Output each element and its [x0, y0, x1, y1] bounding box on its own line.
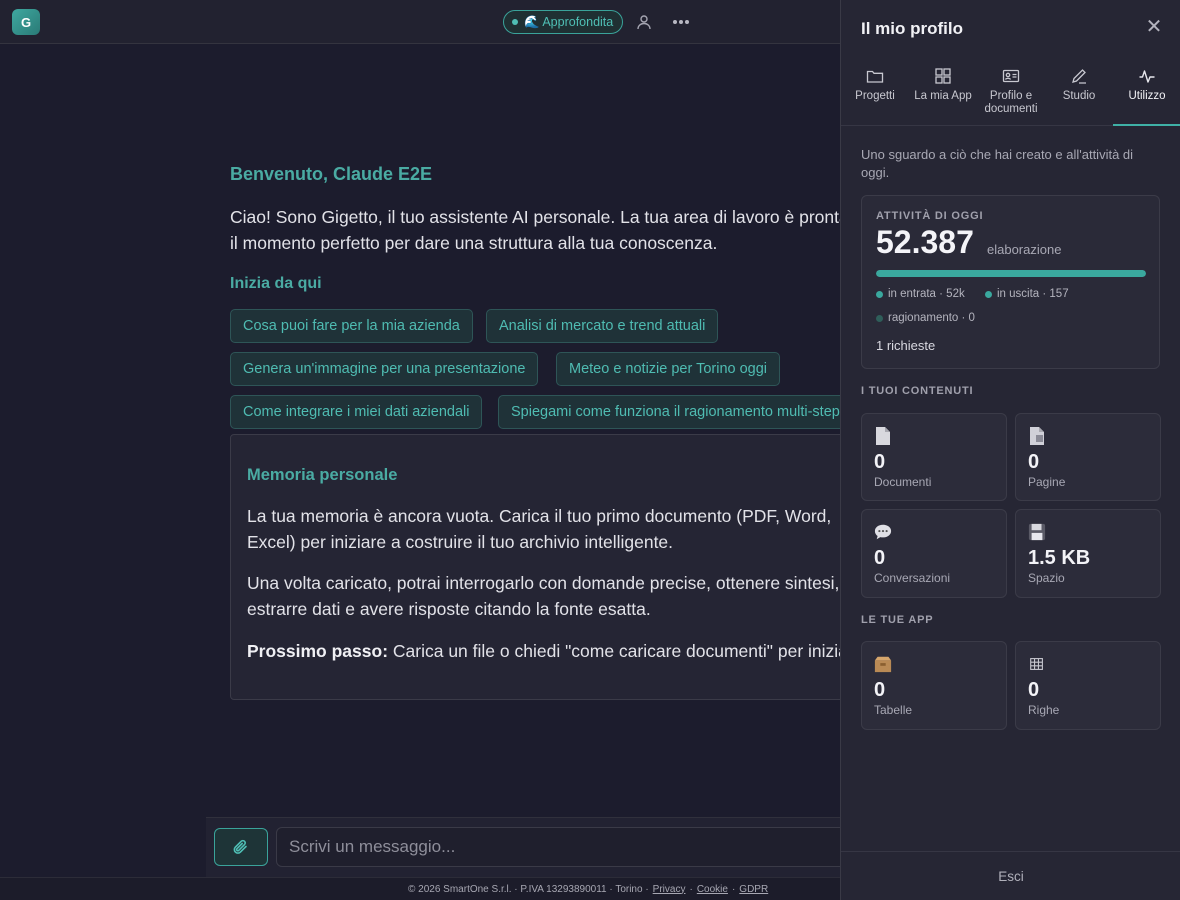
activity-progress-fill — [876, 270, 1146, 277]
more-options-icon[interactable] — [670, 11, 692, 33]
chat-area: Benvenuto, Claude E2E Ciao! Sono Gigetto… — [0, 44, 840, 900]
legend-out-text: in uscita · 157 — [997, 288, 1069, 300]
mode-label: 🌊 Approfondita — [524, 14, 614, 29]
legend-reasoning-text: ragionamento · 0 — [888, 312, 975, 324]
stat-documents[interactable]: 0 Documenti — [861, 413, 1007, 501]
activity-value: 52.387 — [876, 224, 974, 260]
activity-progress-bar — [876, 270, 1146, 277]
gdpr-link[interactable]: GDPR — [739, 884, 768, 895]
composer: Scrivi un messaggio... — [206, 817, 840, 877]
stat-value: 1.5 KB — [1028, 547, 1091, 569]
legend-dot — [876, 314, 883, 322]
attach-button[interactable] — [214, 828, 268, 866]
stat-value: 0 — [1028, 451, 1040, 473]
paperclip-icon — [233, 839, 247, 854]
floppy-disk-icon — [1028, 523, 1046, 541]
next-step-label: Prossimo passo: — [247, 641, 389, 661]
page-icon — [1030, 427, 1044, 445]
app-logo[interactable]: G — [12, 9, 40, 35]
legend-dot — [985, 290, 992, 298]
stat-rows[interactable]: 0 Righe — [1015, 641, 1161, 730]
box-icon — [874, 656, 892, 673]
stat-value: 0 — [874, 451, 886, 473]
stat-value: 0 — [874, 679, 886, 701]
tab-label: Utilizzo — [1128, 90, 1166, 102]
intro-text: Ciao! Sono Gigetto, il tuo assistente AI… — [230, 207, 840, 253]
stat-label: Pagine — [1028, 475, 1066, 489]
suggestion-chip[interactable]: Genera un'immagine per una presentazione — [230, 352, 539, 386]
activity-card: ATTIVITÀ DI OGGI 52.387 elaborazione in … — [861, 195, 1160, 369]
tab-label: Progetti — [855, 90, 895, 102]
stat-label: Spazio — [1028, 571, 1065, 585]
contents-section-label: I TUOI CONTENUTI — [861, 385, 974, 397]
legend-out: in uscita · 157 — [985, 288, 1069, 300]
top-bar: G 🌊 Approfondita — [0, 0, 840, 44]
tab-label: La mia App — [914, 90, 972, 102]
panel-title: Il mio profilo — [861, 19, 963, 38]
legend-reasoning: ragionamento · 0 — [876, 312, 975, 324]
memory-card: Memoria personale La tua memoria è ancor… — [230, 434, 840, 700]
stat-tables[interactable]: 0 Tabelle — [861, 641, 1007, 730]
copyright-text: © 2026 SmartOne S.r.l. · P.IVA 132938900… — [408, 883, 649, 895]
footer-separator: · — [689, 883, 693, 895]
memory-title: Memoria personale — [247, 466, 398, 484]
memory-paragraph: Una volta caricato, potrai interrogarlo … — [247, 573, 840, 619]
stat-label: Tabelle — [874, 703, 913, 717]
footer-separator: · — [731, 883, 736, 895]
folder-icon — [866, 70, 884, 83]
suggestion-chip[interactable]: Analisi di mercato e trend attuali — [486, 309, 719, 343]
footer: © 2026 SmartOne S.r.l. · P.IVA 132938900… — [0, 877, 840, 900]
requests-count: 1 richieste — [876, 338, 936, 353]
stat-value: 0 — [1028, 679, 1040, 701]
stat-value: 0 — [874, 547, 886, 569]
tab-label: Studio — [1062, 90, 1096, 102]
mode-selector[interactable]: 🌊 Approfondita — [503, 10, 623, 34]
welcome-heading: Benvenuto, Claude E2E — [230, 164, 433, 184]
tab-progetti[interactable]: Progetti — [841, 56, 909, 126]
stat-label: Conversazioni — [874, 571, 951, 585]
tab-profilo-documenti[interactable]: Profilo e documenti — [977, 56, 1045, 126]
legend-in-text: in entrata · 52k — [888, 288, 965, 300]
suggestion-chip[interactable]: Cosa puoi fare per la mia azienda — [230, 309, 473, 343]
message-input[interactable]: Scrivi un messaggio... — [276, 827, 840, 867]
activity-label: ATTIVITÀ DI OGGI — [876, 210, 984, 222]
stat-conversations[interactable]: 0 Conversazioni — [861, 509, 1007, 598]
logout-button[interactable]: Esci — [841, 851, 1180, 900]
stat-pages[interactable]: 0 Pagine — [1015, 413, 1161, 501]
legend-dot — [876, 290, 883, 298]
tab-la-mia-app[interactable]: La mia App — [909, 56, 977, 126]
profile-panel: Il mio profilo ✕ Progetti La mia App Pro… — [840, 0, 1180, 900]
activity-unit: elaborazione — [987, 242, 1062, 257]
grid-icon — [935, 68, 951, 84]
id-card-icon — [1002, 69, 1020, 83]
pencil-icon — [1072, 69, 1086, 84]
apps-section-label: LE TUE APP — [861, 614, 934, 626]
privacy-link[interactable]: Privacy — [653, 884, 686, 895]
tab-utilizzo[interactable]: Utilizzo — [1113, 56, 1180, 126]
next-step-text: Carica un file o chiedi "come caricare d… — [388, 641, 840, 661]
memory-next-step: Prossimo passo: Carica un file o chiedi … — [247, 638, 840, 664]
document-icon — [876, 427, 890, 445]
speech-bubble-icon — [874, 524, 892, 540]
suggestion-chip[interactable]: Come integrare i miei dati aziendali — [230, 395, 483, 429]
profile-tabs: Progetti La mia App Profilo e documenti … — [841, 56, 1180, 126]
user-icon[interactable] — [633, 11, 655, 33]
start-heading: Inizia da qui — [230, 275, 322, 292]
panel-subtitle: Uno sguardo a ciò che hai creato e all'a… — [861, 147, 1134, 180]
tab-studio[interactable]: Studio — [1045, 56, 1113, 126]
table-grid-icon — [1030, 658, 1043, 670]
tab-label: Profilo e documenti — [984, 90, 1038, 115]
memory-paragraph: La tua memoria è ancora vuota. Carica il… — [247, 506, 832, 552]
cookie-link[interactable]: Cookie — [697, 884, 728, 895]
suggestion-chip[interactable]: Spiegami come funziona il ragionamento m… — [498, 395, 840, 429]
close-icon[interactable]: ✕ — [1144, 17, 1164, 37]
status-dot — [512, 19, 518, 25]
stat-label: Documenti — [874, 475, 932, 489]
legend-in: in entrata · 52k — [876, 288, 965, 300]
stat-storage[interactable]: 1.5 KB Spazio — [1015, 509, 1161, 598]
activity-icon — [1139, 70, 1155, 83]
suggestion-chip[interactable]: Meteo e notizie per Torino oggi — [556, 352, 781, 386]
stat-label: Righe — [1028, 703, 1060, 717]
